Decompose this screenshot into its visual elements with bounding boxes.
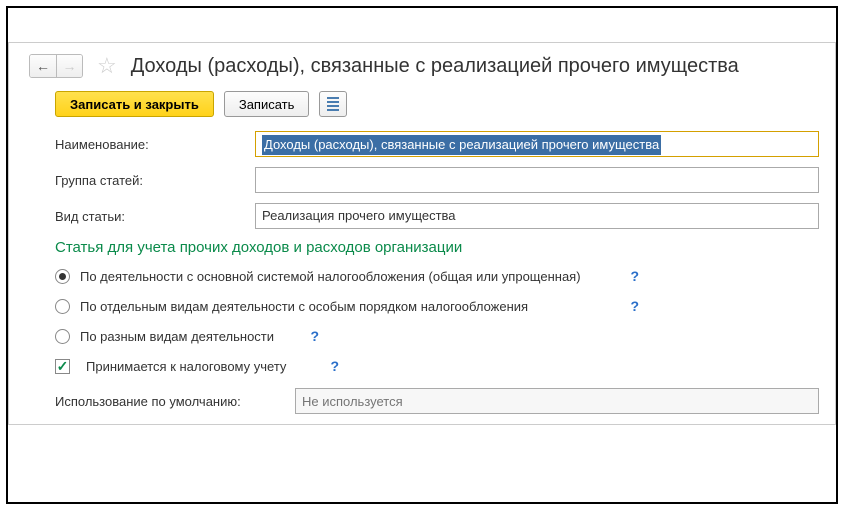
group-label: Группа статей: (55, 173, 255, 188)
section-title: Статья для учета прочих доходов и расход… (55, 239, 819, 256)
name-label: Наименование: (55, 137, 255, 152)
group-input[interactable] (255, 167, 819, 193)
usage-label: Использование по умолчанию: (55, 394, 295, 409)
radio-special-taxation-label: По отдельным видам деятельности с особым… (80, 299, 528, 314)
radio-special-taxation[interactable] (55, 299, 70, 314)
nav-buttons: ← → (29, 54, 83, 78)
checkbox-tax-accounting[interactable]: ✓ (55, 359, 70, 374)
checkbox-tax-accounting-label: Принимается к налоговому учету (86, 359, 286, 374)
radio-various-activities[interactable] (55, 329, 70, 344)
save-button[interactable]: Записать (224, 91, 310, 117)
usage-input[interactable] (295, 388, 819, 414)
help-icon[interactable]: ? (630, 268, 639, 284)
star-icon[interactable]: ☆ (97, 53, 117, 79)
radio-main-taxation[interactable] (55, 269, 70, 284)
type-input[interactable]: Реализация прочего имущества (255, 203, 819, 229)
forward-button[interactable]: → (56, 55, 82, 77)
type-label: Вид статьи: (55, 209, 255, 224)
radio-main-taxation-label: По деятельности с основной системой нало… (80, 269, 581, 284)
help-icon[interactable]: ? (330, 358, 339, 374)
name-input[interactable]: Доходы (расходы), связанные с реализацие… (255, 131, 819, 157)
help-icon[interactable]: ? (310, 328, 319, 344)
save-and-close-button[interactable]: Записать и закрыть (55, 91, 214, 117)
radio-various-activities-label: По разным видам деятельности (80, 329, 274, 344)
back-button[interactable]: ← (30, 55, 56, 77)
name-value: Доходы (расходы), связанные с реализацие… (262, 135, 661, 155)
help-icon[interactable]: ? (630, 298, 639, 314)
list-icon (327, 97, 339, 111)
page-title: Доходы (расходы), связанные с реализацие… (131, 55, 739, 78)
type-value: Реализация прочего имущества (262, 208, 456, 223)
list-button[interactable] (319, 91, 347, 117)
